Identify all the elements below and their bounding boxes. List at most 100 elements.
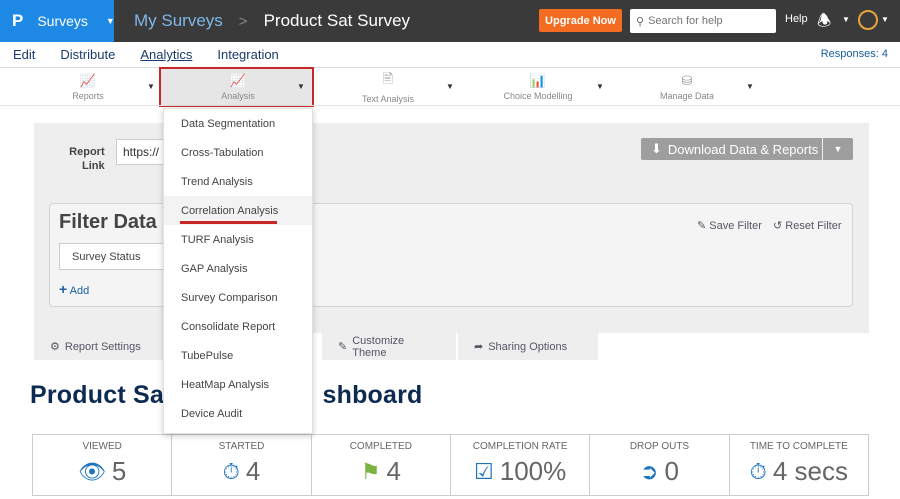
reset-filter-link[interactable]: ↺ Reset Filter (773, 219, 842, 232)
flag-icon: ⚑ (360, 458, 381, 484)
chevron-down-icon[interactable]: ▼ (596, 82, 604, 91)
menu-item-consolidate-report[interactable]: Consolidate Report (164, 312, 312, 341)
add-filter-label: Add (69, 285, 90, 297)
analytics-toolbar: 📈 Reports ▼ 📈 Analysis ▼ 🖹 Text Analysis… (0, 68, 900, 106)
save-filter-link[interactable]: ✎ Save Filter (697, 219, 762, 232)
stat-value: 4 (245, 456, 261, 486)
stat-value: 0 (664, 456, 679, 486)
menu-item-tubepulse[interactable]: TubePulse (164, 341, 312, 370)
menu-item-data-segmentation[interactable]: Data Segmentation (164, 109, 312, 138)
settings-tabs: ⚙ Report Settings ✎ Customize Theme ➦ Shari… (34, 333, 600, 360)
checkbox-icon: ☑ (474, 458, 494, 484)
chevron-down-icon[interactable]: ▼ (297, 82, 305, 91)
tool-analysis-label: Analysis (221, 91, 255, 101)
menu-edit[interactable]: Edit (13, 47, 35, 62)
stat-time-to-complete: TIME TO COMPLETE ⏱ 4 secs (730, 435, 868, 495)
chart-icon: 📈 (229, 73, 247, 88)
chevron-down-icon[interactable]: ▼ (746, 82, 754, 91)
chevron-down-icon: ▼ (833, 144, 843, 154)
avatar[interactable] (858, 10, 878, 30)
stat-label: VIEWED (82, 441, 122, 452)
menu-item-heatmap-analysis[interactable]: HeatMap Analysis (164, 370, 312, 399)
stat-completion-rate: COMPLETION RATE ☑ 100% (451, 435, 591, 495)
menu-item-survey-comparison[interactable]: Survey Comparison (164, 283, 312, 312)
stat-value: 100% (499, 456, 567, 486)
brand-logo: P (12, 11, 24, 30)
edit-icon: ✎ (338, 341, 348, 353)
survey-status-select[interactable]: Survey Status (59, 243, 169, 270)
menu-item-device-audit[interactable]: Device Audit (164, 399, 312, 428)
tool-choice-modelling-label: Choice Modelling (503, 91, 573, 101)
survey-title: Product Sat Survey (263, 11, 411, 30)
section-menu: Edit Distribute Analytics Integration Re… (0, 42, 900, 68)
report-link-label-line1: Report (69, 146, 105, 158)
stat-label: DROP OUTS (629, 441, 690, 452)
chevron-down-icon[interactable]: ▼ (842, 15, 850, 24)
exit-icon: ➲ (640, 458, 659, 484)
stat-label: COMPLETED (349, 441, 412, 452)
stat-value: 4 secs (772, 456, 848, 486)
upgrade-now-button[interactable]: Upgrade Now (539, 9, 622, 32)
tool-manage-data[interactable]: ⛁ Manage Data (656, 68, 718, 106)
search-box[interactable]: ⚲ (630, 9, 776, 33)
menu-distribute[interactable]: Distribute (60, 47, 115, 62)
save-filter-label: Save Filter (709, 220, 762, 232)
edit-icon: ✎ (697, 220, 707, 232)
plus-icon: + (59, 281, 68, 297)
help-link[interactable]: Help (785, 13, 808, 25)
chevron-down-icon: ▼ (105, 16, 115, 26)
menu-integration[interactable]: Integration (217, 47, 278, 62)
stat-started: STARTED ⏱ 4 (172, 435, 312, 495)
tool-analysis[interactable]: 📈 Analysis (212, 68, 264, 106)
download-options-toggle[interactable]: ▼ (823, 138, 853, 160)
stat-label: STARTED (218, 441, 265, 452)
dashboard-title-right: shboard (322, 381, 423, 409)
tool-reports-label: Reports (72, 91, 104, 101)
menu-item-cross-tabulation[interactable]: Cross-Tabulation (164, 138, 312, 167)
tool-choice-modelling[interactable]: 📊 Choice Modelling (497, 68, 579, 106)
menu-item-gap-analysis[interactable]: GAP Analysis (164, 254, 312, 283)
reset-icon: ↺ (773, 220, 783, 232)
stopwatch-icon: ⏱ (222, 458, 240, 484)
correlation-highlight-underline (180, 221, 277, 224)
share-icon: ➦ (474, 341, 484, 353)
gears-icon: ⚙ (50, 341, 60, 353)
stat-completed: COMPLETED ⚑ 4 (312, 435, 451, 495)
report-link-label-line2: Link (82, 160, 105, 172)
search-input[interactable] (648, 15, 769, 27)
tool-reports[interactable]: 📈 Reports (62, 68, 114, 106)
tab-sharing-options-label: Sharing Options (488, 340, 568, 353)
breadcrumb-separator-icon: > (238, 12, 248, 30)
download-data-reports-button[interactable]: ⬇ Download Data & Reports (641, 138, 822, 160)
tab-customize-theme-label: Customize Theme (352, 334, 405, 359)
tab-customize-theme[interactable]: ✎ Customize Theme (322, 333, 456, 360)
stat-drop-outs: DROP OUTS ➲ 0 (590, 435, 730, 495)
chevron-down-icon[interactable]: ▼ (446, 82, 454, 91)
tab-sharing-options[interactable]: ➦ Sharing Options (458, 333, 598, 360)
search-icon: ⚲ (636, 15, 645, 28)
responses-count: Responses: 4 (820, 48, 888, 60)
menu-item-turf-analysis[interactable]: TURF Analysis (164, 225, 312, 254)
database-icon: ⛁ (681, 73, 693, 88)
dashboard-title-left: Product Sat (30, 381, 173, 409)
bell-icon[interactable]: 🕭 (817, 10, 831, 37)
menu-item-trend-analysis[interactable]: Trend Analysis (164, 167, 312, 196)
tool-text-analysis-label: Text Analysis (361, 94, 415, 104)
breadcrumb-my-surveys[interactable]: My Surveys (134, 11, 223, 31)
tool-text-analysis[interactable]: 🖹 Text Analysis (355, 68, 421, 106)
add-filter-link[interactable]: + Add (59, 281, 89, 297)
report-link-label: Report Link (64, 145, 105, 173)
analysis-dropdown-menu: Data Segmentation Cross-Tabulation Trend… (163, 108, 313, 434)
chevron-down-icon[interactable]: ▼ (147, 82, 155, 91)
stat-label: TIME TO COMPLETE (749, 441, 848, 452)
line-chart-icon: 📈 (79, 73, 97, 88)
product-switcher[interactable]: P Surveys ▼ (0, 0, 115, 42)
breadcrumb: My Surveys > Product Sat Survey (134, 11, 410, 31)
chevron-down-icon[interactable]: ▼ (881, 15, 889, 24)
menu-analytics[interactable]: Analytics (140, 47, 192, 62)
tab-report-settings[interactable]: ⚙ Report Settings (34, 333, 182, 360)
stats-bar: VIEWED 👁 5 STARTED ⏱ 4 COMPLETED ⚑ 4 COMPLE… (32, 434, 869, 496)
tab-report-settings-label: Report Settings (64, 340, 141, 353)
eye-icon: 👁 (77, 458, 106, 484)
stat-label: COMPLETION RATE (472, 441, 568, 452)
